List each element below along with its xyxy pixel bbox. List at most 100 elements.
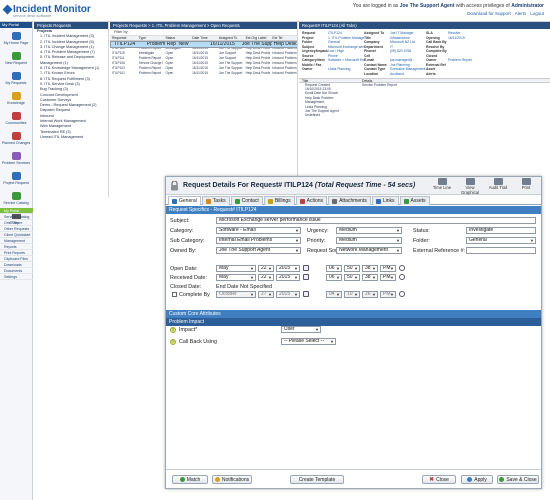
open-year-select[interactable]: 2015 bbox=[276, 265, 300, 272]
tab-contact[interactable]: Contact bbox=[230, 196, 263, 205]
complete-year-select[interactable]: 2015 bbox=[276, 291, 300, 298]
preview-field-value[interactable] bbox=[448, 67, 478, 71]
table-row[interactable]: ITILP101 Problem Report Open 16/11/2015 Joe … bbox=[110, 71, 297, 76]
tool-print[interactable]: Print bbox=[514, 178, 538, 195]
list-column-header[interactable]: Type bbox=[137, 36, 164, 40]
urgency-select[interactable]: Medium bbox=[336, 227, 402, 234]
preview-field-value[interactable]: IT bbox=[390, 45, 426, 49]
open-minute-select[interactable]: 50 bbox=[344, 265, 360, 272]
complete-date-calendar-icon[interactable] bbox=[303, 291, 309, 297]
complete-month-select[interactable]: October bbox=[216, 291, 256, 298]
complete-hour-select[interactable]: 04 bbox=[326, 291, 342, 298]
subcategory-select[interactable]: Internal Email Problems bbox=[216, 237, 301, 244]
tab-links[interactable]: Links bbox=[371, 196, 399, 205]
sidebar-item-2[interactable]: My Requests bbox=[0, 68, 32, 88]
top-link-alerts[interactable]: Alerts bbox=[515, 11, 527, 16]
top-link-download[interactable]: Download for Support bbox=[467, 11, 511, 16]
received-day-select[interactable]: 22 bbox=[258, 274, 274, 281]
tab-general[interactable]: General bbox=[168, 196, 201, 205]
open-second-select[interactable]: 38 bbox=[362, 265, 378, 272]
preview-field-value[interactable] bbox=[390, 54, 426, 58]
received-minute-select[interactable]: 50 bbox=[344, 274, 360, 281]
received-hour-select[interactable]: 06 bbox=[326, 274, 342, 281]
complete-ampm-select[interactable]: PM bbox=[380, 291, 396, 298]
list-column-header[interactable]: Assigned To bbox=[217, 36, 244, 40]
complete-by-checkbox[interactable] bbox=[172, 292, 177, 297]
sidebar-item-7[interactable]: Project Request bbox=[0, 168, 32, 188]
top-link-logout[interactable]: Logout bbox=[530, 11, 544, 16]
preview-field-value[interactable] bbox=[448, 49, 478, 53]
preview-field-value[interactable]: Software > Microsoft Email bbox=[328, 58, 364, 62]
sidebar-item-3[interactable]: Knowledge bbox=[0, 88, 32, 108]
preview-field-value[interactable]: General bbox=[328, 40, 364, 44]
impact-help-icon[interactable]: ? bbox=[170, 327, 176, 333]
tab-attachments[interactable]: Attachments bbox=[328, 196, 371, 205]
tab-tasks[interactable]: Tasks bbox=[201, 196, 230, 205]
preview-field-value[interactable]: 1. ITIL Problem Management bbox=[328, 36, 364, 40]
preview-field-value[interactable] bbox=[448, 72, 478, 76]
open-month-select[interactable]: May bbox=[216, 265, 256, 272]
sidebar-item-0[interactable]: My Home Page bbox=[0, 28, 32, 48]
received-ampm-select[interactable]: PM bbox=[380, 274, 396, 281]
preview-field-value[interactable]: Phone bbox=[328, 54, 364, 58]
open-day-select[interactable]: 22 bbox=[258, 265, 274, 272]
tree-item[interactable]: Unread ITIL Management bbox=[34, 135, 108, 140]
folder-select[interactable]: General bbox=[466, 237, 536, 244]
open-date-calendar-icon[interactable] bbox=[303, 265, 309, 271]
table-row[interactable]: ITILP124 Problem ReportNew 16/11/2015 Joe T… bbox=[110, 41, 297, 48]
preview-field-value[interactable]: Linda Planning bbox=[328, 67, 364, 71]
preview-field-value[interactable] bbox=[448, 45, 478, 49]
preview-field-value[interactable]: Microsoft NZ Ltd bbox=[390, 40, 426, 44]
tool-audit[interactable]: Audit Trail bbox=[486, 178, 510, 195]
tool-timeline[interactable]: Time Line bbox=[430, 178, 454, 195]
list-column-header[interactable]: Status bbox=[163, 36, 190, 40]
complete-minute-select[interactable]: 10 bbox=[344, 291, 360, 298]
tab-assets[interactable]: Assets bbox=[399, 196, 430, 205]
preview-field-value[interactable]: Microsoft Exchange server bbox=[328, 45, 364, 49]
impact-select[interactable]: User bbox=[281, 326, 321, 333]
open-ampm-select[interactable]: PM bbox=[380, 265, 396, 272]
preview-field-value[interactable] bbox=[448, 54, 478, 58]
preview-field-value[interactable]: Infrastructure bbox=[390, 36, 426, 40]
status-field[interactable]: Investigate bbox=[466, 227, 536, 234]
preview-field-value[interactable]: Low / High bbox=[328, 49, 364, 53]
save-close-button[interactable]: Save & Close bbox=[497, 475, 539, 484]
preview-field-value[interactable]: Executive Management bbox=[390, 67, 426, 71]
preview-field-value[interactable]: Problem Report bbox=[448, 58, 478, 62]
received-time-clock-icon[interactable] bbox=[399, 274, 405, 280]
received-month-select[interactable]: May bbox=[216, 274, 256, 281]
complete-day-select[interactable]: 27 bbox=[258, 291, 274, 298]
external-ref-input[interactable] bbox=[466, 247, 536, 254]
sidebar-item-8[interactable]: Service Catalog bbox=[0, 188, 32, 208]
preview-field-value[interactable]: joe.manager@... bbox=[390, 58, 426, 62]
tab-billings[interactable]: Billings bbox=[263, 196, 295, 205]
preview-field-value[interactable]: Joe Planning bbox=[390, 63, 426, 67]
create-template-button[interactable]: Create Template bbox=[290, 475, 344, 484]
received-date-calendar-icon[interactable] bbox=[303, 274, 309, 280]
request-source-select[interactable]: Network Management bbox=[336, 247, 402, 254]
sidebar-list-item[interactable]: Settings bbox=[0, 274, 33, 280]
list-column-header[interactable]: Ext Tel bbox=[270, 36, 297, 40]
preview-field-value[interactable]: Auckland bbox=[390, 72, 426, 76]
received-year-select[interactable]: 2015 bbox=[276, 274, 300, 281]
sidebar-item-4[interactable]: Communities bbox=[0, 108, 32, 128]
match-button[interactable]: Match bbox=[172, 475, 208, 484]
priority-select[interactable]: Medium bbox=[336, 237, 402, 244]
open-hour-select[interactable]: 06 bbox=[326, 265, 342, 272]
list-toolbar[interactable]: Filter by: bbox=[110, 29, 297, 36]
preview-field-value[interactable] bbox=[328, 63, 364, 67]
owned-by-select[interactable]: Joe The Support Agent bbox=[216, 247, 301, 254]
callback-help-icon[interactable]: ? bbox=[170, 339, 176, 345]
preview-field-value[interactable]: Resolve bbox=[448, 31, 478, 35]
tool-graph[interactable]: View Graphical bbox=[458, 178, 482, 195]
sidebar-item-1[interactable]: New Request bbox=[0, 48, 32, 68]
preview-field-value[interactable]: (09) 820 5756 bbox=[390, 49, 426, 53]
preview-field-value[interactable] bbox=[448, 63, 478, 67]
preview-field-value[interactable]: ITILP124 bbox=[328, 31, 364, 35]
list-column-header[interactable]: Request# bbox=[110, 36, 137, 40]
preview-field-value[interactable]: 16/11/2015 bbox=[448, 36, 478, 40]
list-column-header[interactable]: Date Time bbox=[190, 36, 217, 40]
received-second-select[interactable]: 38 bbox=[362, 274, 378, 281]
preview-field-value[interactable]: Joe IT Manager bbox=[390, 31, 426, 35]
category-select[interactable]: Software - Email bbox=[216, 227, 301, 234]
